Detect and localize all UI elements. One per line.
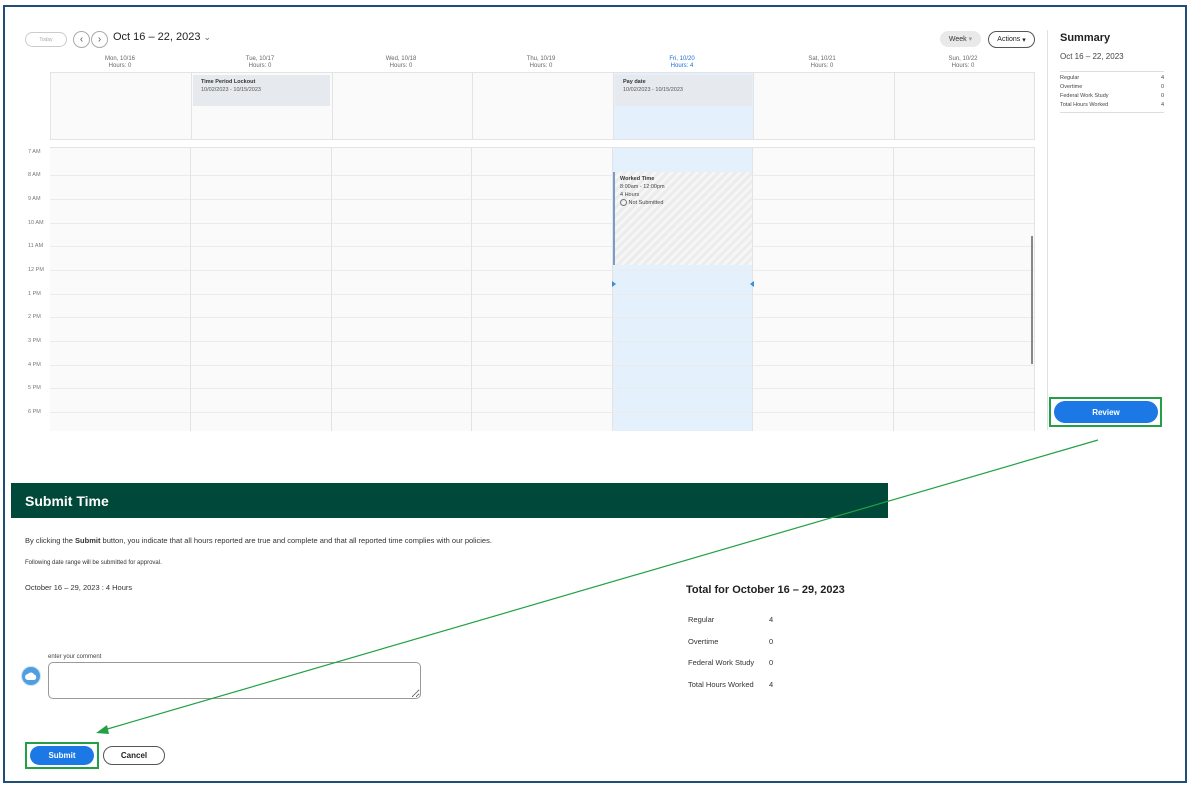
arrow-head-icon	[96, 725, 109, 734]
arrow-line	[103, 439, 1099, 731]
annotation-arrow	[96, 439, 1099, 734]
